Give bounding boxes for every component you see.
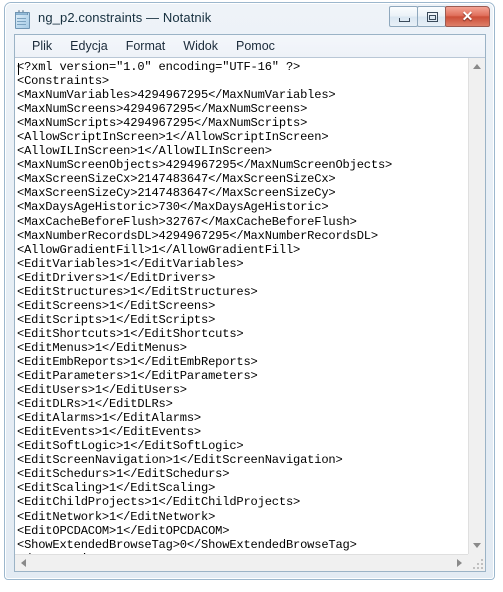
resize-grip-icon[interactable] bbox=[471, 557, 483, 569]
menu-item-plik[interactable]: Plik bbox=[23, 37, 61, 56]
xml-text: <?xml version="1.0" encoding="UTF-16" ?>… bbox=[17, 60, 393, 554]
scrollbar-corner bbox=[468, 554, 485, 571]
title-bar[interactable]: ng_p2.constraints — Notatnik ✕ bbox=[6, 4, 493, 34]
chevron-up-icon bbox=[473, 64, 481, 69]
horizontal-scrollbar-thumb[interactable] bbox=[32, 555, 432, 571]
menu-item-widok[interactable]: Widok bbox=[174, 37, 227, 56]
horizontal-scrollbar[interactable] bbox=[15, 554, 468, 571]
scroll-down-button[interactable] bbox=[469, 537, 485, 554]
scroll-right-button[interactable] bbox=[451, 555, 468, 571]
vertical-scrollbar[interactable] bbox=[468, 58, 485, 554]
text-content-area[interactable]: <?xml version="1.0" encoding="UTF-16" ?>… bbox=[16, 60, 468, 554]
minimize-icon bbox=[399, 18, 410, 22]
chevron-left-icon bbox=[21, 559, 26, 567]
close-button[interactable]: ✕ bbox=[445, 6, 490, 27]
maximize-icon-inner bbox=[429, 15, 436, 20]
scroll-left-button[interactable] bbox=[15, 555, 32, 571]
menu-item-edycja[interactable]: Edycja bbox=[61, 37, 117, 56]
notepad-window: ng_p2.constraints — Notatnik ✕ Plik Edyc… bbox=[4, 2, 495, 580]
chevron-down-icon bbox=[473, 543, 481, 548]
window-title: ng_p2.constraints — Notatnik bbox=[38, 10, 212, 25]
menu-item-pomoc[interactable]: Pomoc bbox=[227, 37, 284, 56]
notepad-icon bbox=[14, 10, 31, 29]
menu-bar: Plik Edycja Format Widok Pomoc bbox=[15, 35, 485, 58]
vertical-scrollbar-thumb[interactable] bbox=[469, 75, 485, 545]
text-editor[interactable]: <?xml version="1.0" encoding="UTF-16" ?>… bbox=[15, 58, 485, 571]
chevron-right-icon bbox=[457, 559, 462, 567]
scroll-up-button[interactable] bbox=[469, 58, 485, 75]
maximize-button[interactable] bbox=[417, 6, 446, 27]
caption-button-group: ✕ bbox=[389, 6, 490, 28]
menu-item-format[interactable]: Format bbox=[117, 37, 175, 56]
close-icon: ✕ bbox=[461, 8, 474, 24]
client-area: Plik Edycja Format Widok Pomoc <?xml ver… bbox=[14, 34, 486, 572]
text-caret bbox=[18, 63, 19, 75]
minimize-button[interactable] bbox=[389, 6, 418, 27]
